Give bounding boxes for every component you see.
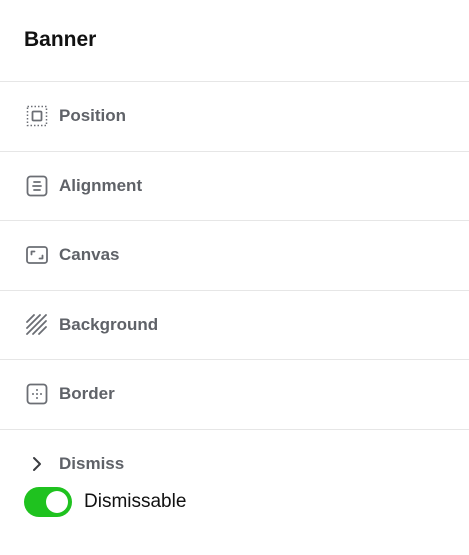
border-icon [25, 382, 49, 406]
section-background[interactable]: Background [0, 291, 469, 360]
dismissable-toggle-row: Dismissable [0, 484, 469, 520]
section-canvas[interactable]: Canvas [0, 221, 469, 291]
banner-settings-panel: Banner Position Alignment Canvas Backgro… [0, 0, 469, 555]
section-label-position: Position [59, 106, 127, 126]
alignment-icon [25, 174, 49, 198]
section-label-alignment: Alignment [59, 175, 143, 195]
chevron-right-icon [25, 452, 49, 476]
section-label-border: Border [59, 384, 115, 404]
dismissable-toggle[interactable] [24, 486, 72, 517]
position-icon [25, 104, 49, 128]
dismissable-label: Dismissable [84, 490, 187, 512]
background-icon [25, 313, 49, 337]
panel-header: Banner [0, 0, 469, 82]
section-border[interactable]: Border [0, 360, 469, 430]
canvas-icon [25, 243, 49, 267]
section-label-canvas: Canvas [59, 245, 120, 265]
section-label-background: Background [59, 314, 159, 334]
section-position[interactable]: Position [0, 82, 469, 152]
toggle-knob [46, 490, 68, 513]
section-alignment[interactable]: Alignment [0, 152, 469, 221]
section-label-dismiss: Dismiss [59, 453, 125, 473]
panel-title: Banner [24, 27, 97, 51]
